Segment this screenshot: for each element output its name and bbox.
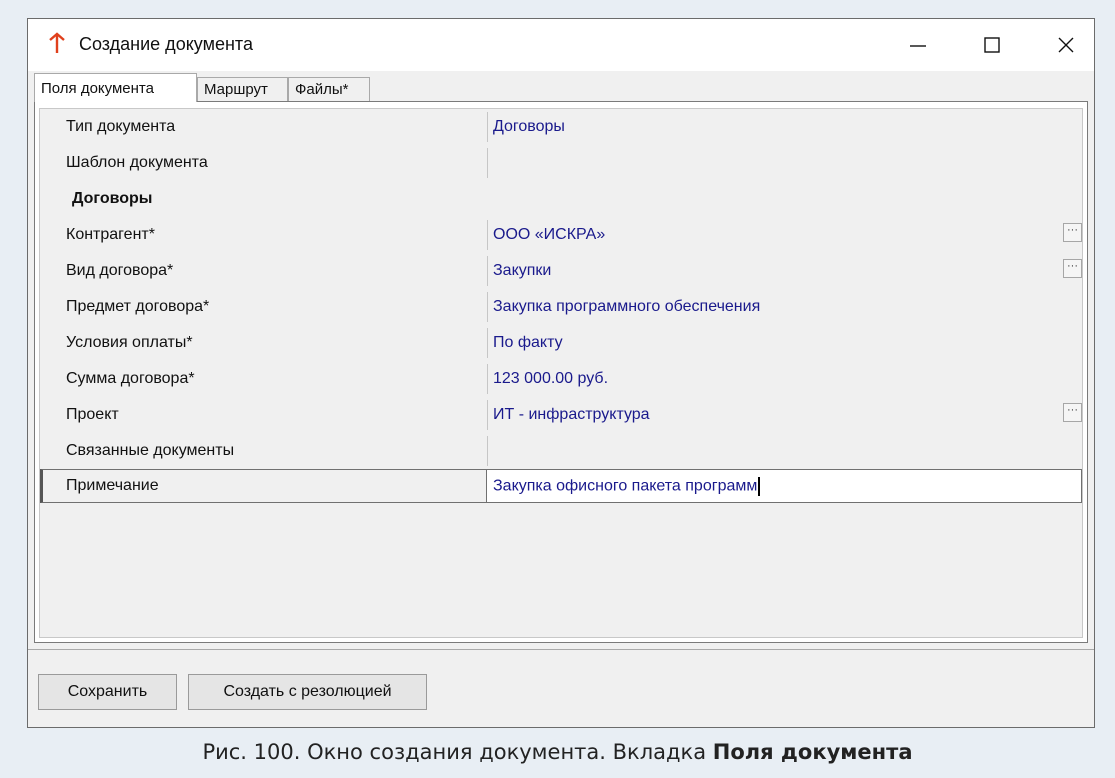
field-value-editing[interactable]: Закупка офисного пакета программ — [493, 477, 761, 496]
field-label: Связанные документы — [66, 442, 235, 459]
column-divider — [487, 400, 488, 430]
red-arrow-up-icon — [49, 32, 65, 53]
field-row-related-docs[interactable]: Связанные документы — [40, 433, 1082, 469]
caption-bold: Поля документа — [712, 740, 913, 764]
field-value: Закупки — [493, 262, 552, 279]
field-row-doc-template[interactable]: Шаблон документа — [40, 145, 1082, 181]
field-label: Вид договора* — [66, 262, 174, 279]
save-button[interactable]: Сохранить — [38, 674, 177, 710]
picker-button[interactable]: ··· — [1063, 259, 1082, 278]
tab-content-panel: Тип документа Договоры Шаблон документа … — [34, 101, 1088, 643]
field-label: Шаблон документа — [66, 154, 208, 171]
field-value: ИТ - инфраструктура — [493, 406, 650, 423]
field-value: По факту — [493, 334, 563, 351]
create-document-window: Создание документа Поля документа Маршру… — [27, 18, 1095, 728]
field-label: Сумма договора* — [66, 370, 195, 387]
field-label: Предмет договора* — [66, 298, 210, 315]
close-icon — [1058, 37, 1074, 53]
note-text: Закупка офисного пакета программ — [493, 477, 758, 495]
title-bar: Создание документа — [28, 19, 1094, 71]
figure-caption: Рис. 100. Окно создания документа. Вклад… — [0, 740, 1115, 764]
tab-strip: Поля документа Маршрут Файлы* — [28, 73, 1094, 102]
property-grid: Тип документа Договоры Шаблон документа … — [39, 108, 1083, 638]
button-bar: Сохранить Создать с резолюцией — [28, 649, 1094, 728]
maximize-button[interactable] — [964, 19, 1020, 71]
field-label: Контрагент* — [66, 226, 155, 243]
field-row-contract-subject[interactable]: Предмет договора* Закупка программного о… — [40, 289, 1082, 325]
section-title: Договоры — [72, 190, 153, 207]
tab-route[interactable]: Маршрут — [197, 77, 288, 101]
column-divider — [487, 220, 488, 250]
picker-button[interactable]: ··· — [1063, 223, 1082, 242]
field-value: 123 000.00 руб. — [493, 370, 609, 387]
field-row-contract-amount[interactable]: Сумма договора* 123 000.00 руб. — [40, 361, 1082, 397]
section-header-contracts: Договоры — [40, 181, 1082, 217]
column-divider — [487, 148, 488, 178]
minimize-button[interactable] — [890, 19, 946, 71]
picker-button[interactable]: ··· — [1063, 403, 1082, 422]
column-divider — [487, 256, 488, 286]
field-label: Тип документа — [66, 118, 176, 135]
column-divider — [487, 112, 488, 142]
field-row-counterparty[interactable]: Контрагент* ООО «ИСКРА» ··· — [40, 217, 1082, 253]
close-button[interactable] — [1038, 19, 1094, 71]
field-label: Проект — [66, 406, 119, 423]
field-row-project[interactable]: Проект ИТ - инфраструктура ··· — [40, 397, 1082, 433]
field-value: ООО «ИСКРА» — [493, 226, 606, 243]
field-label: Примечание — [66, 477, 159, 494]
column-divider — [487, 436, 488, 466]
create-with-resolution-button[interactable]: Создать с резолюцией — [188, 674, 427, 710]
field-label: Условия оплаты* — [66, 334, 193, 351]
field-value: Договоры — [493, 118, 565, 135]
field-row-doc-type[interactable]: Тип документа Договоры — [40, 109, 1082, 145]
tab-files[interactable]: Файлы* — [288, 77, 370, 101]
column-divider — [487, 292, 488, 322]
field-row-note[interactable]: Примечание Закупка офисного пакета прогр… — [40, 469, 1082, 503]
field-row-contract-type[interactable]: Вид договора* Закупки ··· — [40, 253, 1082, 289]
column-divider — [487, 364, 488, 394]
minimize-icon — [910, 45, 926, 47]
window-title: Создание документа — [79, 34, 253, 54]
field-value: Закупка программного обеспечения — [493, 298, 761, 315]
field-row-payment-terms[interactable]: Условия оплаты* По факту — [40, 325, 1082, 361]
column-divider — [487, 328, 488, 358]
caption-prefix: Рис. 100. Окно создания документа. Вклад… — [202, 740, 713, 764]
maximize-icon — [984, 37, 1000, 53]
text-caret — [758, 477, 761, 496]
tab-document-fields[interactable]: Поля документа — [34, 73, 197, 102]
